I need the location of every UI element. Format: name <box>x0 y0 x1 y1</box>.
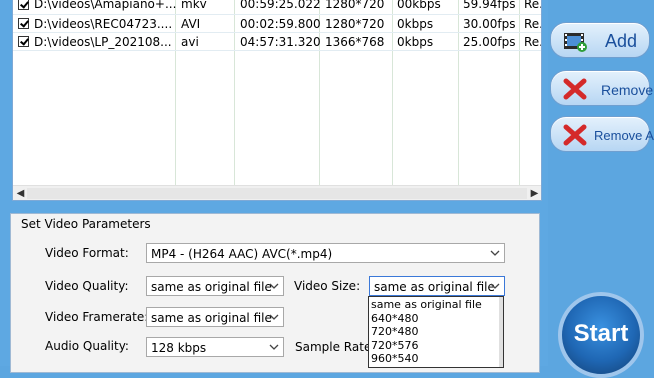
file-duration: 00:59:25.022 <box>240 0 321 11</box>
start-button-label: Start <box>573 320 629 347</box>
file-path: D:\videos\Amapiano+... <box>34 0 177 11</box>
chevron-down-icon <box>269 314 279 320</box>
remove-button[interactable]: Remove <box>550 70 654 106</box>
remove-all-button-label: Remove All <box>594 128 654 143</box>
video-framerate-label: Video Framerate: <box>45 310 149 324</box>
file-duration: 04:57:31.320 <box>240 35 321 49</box>
file-format: avi <box>181 35 199 49</box>
chevron-down-icon <box>269 344 279 350</box>
remove-button-label: Remove <box>601 82 654 98</box>
dropdown-option[interactable]: 720*576 <box>371 339 419 352</box>
file-status: Re... <box>524 35 541 49</box>
video-quality-value: same as original file <box>151 280 272 294</box>
red-x-icon <box>563 78 587 100</box>
film-add-icon <box>564 33 587 52</box>
file-format: AVI <box>181 17 201 31</box>
add-button-label: Add <box>605 31 638 51</box>
chevron-down-icon <box>490 250 500 256</box>
video-format-label: Video Format: <box>45 246 129 260</box>
video-quality-select[interactable]: same as original file <box>146 276 284 296</box>
scroll-left-icon[interactable]: ◀ <box>14 187 27 200</box>
file-format: mkv <box>181 0 207 11</box>
file-status: Re... <box>524 0 541 11</box>
scroll-right-icon[interactable]: ▶ <box>528 187 541 200</box>
file-fps: 59.94fps <box>463 0 516 11</box>
dropdown-option[interactable]: 640*480 <box>371 312 419 325</box>
start-button[interactable]: Start <box>558 292 644 378</box>
video-framerate-value: same as original file <box>151 311 272 325</box>
video-framerate-select[interactable]: same as original file <box>146 307 284 327</box>
video-format-select[interactable]: MP4 - (H264 AAC) AVC(*.mp4) <box>146 243 505 263</box>
file-status: Re... <box>524 17 541 31</box>
file-resolution: 1280*720 <box>325 0 385 11</box>
scrollbar-thumb[interactable] <box>27 188 527 199</box>
file-checkbox[interactable] <box>18 18 29 29</box>
panel-title: Set Video Parameters <box>21 217 151 231</box>
file-checkbox[interactable] <box>18 36 29 47</box>
row-divider <box>13 50 541 51</box>
video-size-value: same as original file <box>374 280 495 294</box>
sample-rate-label: Sample Rate: <box>295 340 376 354</box>
file-duration: 00:02:59.800 <box>240 17 321 31</box>
video-size-dropdown[interactable]: same as original file 640*480 720*480 72… <box>368 296 504 368</box>
remove-all-button[interactable]: Remove All <box>550 116 654 152</box>
file-bitrate: 0kbps <box>397 35 434 49</box>
video-format-value: MP4 - (H264 AAC) AVC(*.mp4) <box>151 247 333 261</box>
red-x-icon <box>563 124 587 146</box>
chevron-down-icon <box>269 283 279 289</box>
add-button[interactable]: Add <box>550 22 650 58</box>
file-resolution: 1366*768 <box>325 35 385 49</box>
file-path: D:\videos\REC04723.... <box>34 17 173 31</box>
horizontal-scrollbar[interactable]: ◀ ▶ <box>13 185 541 200</box>
file-row[interactable]: D:\videos\REC04723.... AVI 00:02:59.800 … <box>13 15 541 33</box>
file-row[interactable]: D:\videos\LP_202108... avi 04:57:31.320 … <box>13 33 541 51</box>
file-fps: 30.00fps <box>463 17 516 31</box>
audio-quality-value: 128 kbps <box>151 341 207 355</box>
dropdown-scrollbar[interactable] <box>499 297 503 367</box>
video-size-select[interactable]: same as original file <box>369 276 505 296</box>
file-fps: 25.00fps <box>463 35 516 49</box>
chevron-down-icon <box>490 283 500 289</box>
audio-quality-select[interactable]: 128 kbps <box>146 337 284 357</box>
video-quality-label: Video Quality: <box>45 279 129 293</box>
dropdown-option[interactable]: 720*480 <box>371 325 419 338</box>
video-size-label: Video Size: <box>294 279 361 293</box>
dropdown-option[interactable]: same as original file <box>371 298 482 311</box>
file-list[interactable]: D:\videos\Amapiano+... mkv 00:59:25.022 … <box>12 0 542 201</box>
file-checkbox[interactable] <box>18 0 29 10</box>
file-resolution: 1280*720 <box>325 17 385 31</box>
file-path: D:\videos\LP_202108... <box>34 35 172 49</box>
file-row[interactable]: D:\videos\Amapiano+... mkv 00:59:25.022 … <box>13 0 541 15</box>
file-bitrate: 0kbps <box>397 17 434 31</box>
audio-quality-label: Audio Quality: <box>45 339 129 353</box>
dropdown-option[interactable]: 960*540 <box>371 352 419 365</box>
file-bitrate: 00kbps <box>397 0 441 11</box>
